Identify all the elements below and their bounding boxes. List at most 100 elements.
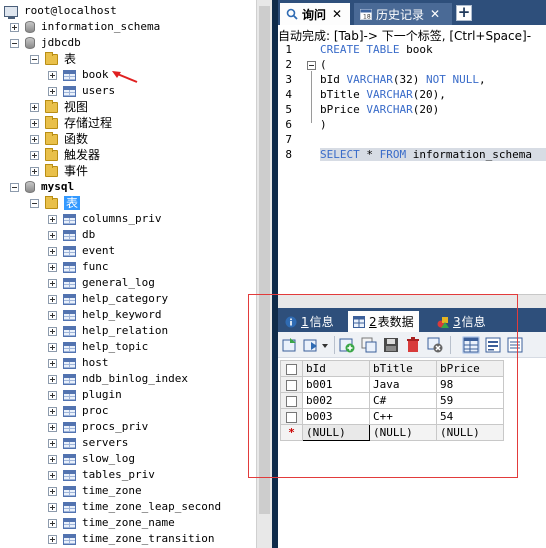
table-row[interactable]: b001 Java 98	[280, 376, 504, 393]
tab-info-1[interactable]: 1 信息	[280, 311, 339, 332]
expand-icon[interactable]	[48, 374, 57, 384]
table-cell[interactable]: 54	[436, 408, 504, 425]
tree-node-table[interactable]: db	[48, 227, 95, 243]
tree-node-table[interactable]: proc	[48, 403, 109, 419]
tab-info-3[interactable]: 3 信息	[432, 311, 491, 332]
close-icon[interactable]: ✕	[332, 7, 342, 21]
add-row-icon[interactable]	[338, 336, 356, 354]
export-icon[interactable]	[281, 336, 299, 354]
tree-node-table[interactable]: time_zone	[48, 483, 142, 499]
tree-node-table[interactable]: time_zone_transition	[48, 531, 214, 547]
expand-icon[interactable]	[48, 470, 57, 480]
tree-node-table[interactable]: event	[48, 243, 115, 259]
tree-node-table[interactable]: ndb_binlog_index	[48, 371, 188, 387]
tree-node-table[interactable]: help_keyword	[48, 307, 161, 323]
table-cell[interactable]: Java	[369, 376, 437, 393]
expand-icon[interactable]	[48, 358, 57, 368]
form-view-icon[interactable]	[484, 336, 502, 354]
expand-icon[interactable]	[48, 310, 57, 320]
tree-node-book[interactable]: book	[48, 67, 109, 83]
delete-icon[interactable]	[404, 336, 422, 354]
expand-icon[interactable]	[48, 438, 57, 448]
chevron-down-icon[interactable]	[320, 336, 330, 354]
save-icon[interactable]	[382, 336, 400, 354]
row-selector[interactable]	[280, 408, 303, 425]
duplicate-row-icon[interactable]	[360, 336, 378, 354]
column-header[interactable]: bTitle	[369, 360, 437, 377]
table-cell[interactable]: b003	[302, 408, 370, 425]
tree-node-events[interactable]: 事件	[30, 163, 88, 179]
expand-icon[interactable]	[48, 390, 57, 400]
new-row[interactable]: * (NULL) (NULL) (NULL)	[280, 424, 504, 441]
expand-icon[interactable]	[30, 134, 39, 144]
table-cell[interactable]: (NULL)	[436, 424, 504, 441]
cancel-changes-icon[interactable]	[426, 336, 444, 354]
tree-node-table[interactable]: help_relation	[48, 323, 168, 339]
column-header[interactable]: bPrice	[436, 360, 504, 377]
add-tab-button[interactable]: +	[456, 5, 472, 21]
expand-icon[interactable]	[30, 102, 39, 112]
tree-node-table[interactable]: procs_priv	[48, 419, 148, 435]
tab-table-data[interactable]: 2 表数据	[348, 311, 419, 332]
collapse-icon[interactable]	[30, 54, 39, 64]
table-cell[interactable]: (NULL)	[302, 424, 370, 441]
tree-node-users[interactable]: users	[48, 83, 115, 99]
row-selector[interactable]	[280, 392, 303, 409]
expand-icon[interactable]	[30, 166, 39, 176]
expand-icon[interactable]	[48, 214, 57, 224]
tree-node-jdbcdb-tables[interactable]: 表	[30, 51, 76, 67]
tab-query[interactable]: 询问 ✕	[280, 3, 350, 25]
sql-editor[interactable]: 1 2 3 4 5 6 7 8 CREATE TABLE book ( bId …	[278, 43, 546, 293]
collapse-icon[interactable]	[30, 198, 39, 208]
text-view-icon[interactable]	[506, 336, 524, 354]
checkbox[interactable]	[286, 379, 297, 391]
select-all-cell[interactable]	[280, 360, 303, 377]
checkbox[interactable]	[286, 363, 297, 375]
tree-node-triggers[interactable]: 触发器	[30, 147, 100, 163]
expand-icon[interactable]	[48, 278, 57, 288]
row-selector[interactable]	[280, 376, 303, 393]
grid-view-icon[interactable]	[462, 336, 480, 354]
expand-icon[interactable]	[48, 86, 57, 96]
tree-node-mysql-tables[interactable]: 表	[30, 195, 81, 211]
tree-node-table[interactable]: help_category	[48, 291, 168, 307]
expand-icon[interactable]	[48, 230, 57, 240]
expand-icon[interactable]	[48, 342, 57, 352]
tree-node-table[interactable]: slow_log	[48, 451, 135, 467]
expand-icon[interactable]	[30, 118, 39, 128]
tree-node-table[interactable]: time_zone_leap_second	[48, 499, 221, 515]
tree-node-procedures[interactable]: 存储过程	[30, 115, 112, 131]
tree-node-table[interactable]: func	[48, 259, 109, 275]
tree-node-table[interactable]: help_topic	[48, 339, 148, 355]
tree-node-functions[interactable]: 函数	[30, 131, 88, 147]
tree-node-mysql[interactable]: mysql	[10, 179, 74, 195]
expand-icon[interactable]	[48, 454, 57, 464]
table-cell[interactable]: b001	[302, 376, 370, 393]
tab-history[interactable]: 18 历史记录 ✕	[354, 3, 452, 25]
table-cell[interactable]: 59	[436, 392, 504, 409]
table-row[interactable]: b003 C++ 54	[280, 408, 504, 425]
checkbox[interactable]	[286, 411, 297, 423]
expand-icon[interactable]	[10, 22, 19, 32]
tree-scrollbar[interactable]	[256, 0, 272, 548]
tree-node-table[interactable]: tables_priv	[48, 467, 155, 483]
expand-icon[interactable]	[48, 486, 57, 496]
column-header[interactable]: bId	[302, 360, 370, 377]
tree-node-information-schema[interactable]: information_schema	[10, 19, 160, 35]
import-icon[interactable]	[302, 336, 320, 354]
checkbox[interactable]	[286, 395, 297, 407]
table-cell[interactable]: C++	[369, 408, 437, 425]
collapse-icon[interactable]	[10, 38, 19, 48]
expand-icon[interactable]	[48, 502, 57, 512]
expand-icon[interactable]	[48, 246, 57, 256]
scrollbar-thumb[interactable]	[259, 6, 270, 514]
tree-node-table[interactable]: servers	[48, 435, 128, 451]
table-cell[interactable]: (NULL)	[369, 424, 437, 441]
expand-icon[interactable]	[48, 262, 57, 272]
tree-node-jdbcdb[interactable]: jdbcdb	[10, 35, 81, 51]
tree-node-table[interactable]: plugin	[48, 387, 122, 403]
expand-icon[interactable]	[48, 70, 57, 80]
expand-icon[interactable]	[48, 294, 57, 304]
collapse-icon[interactable]	[10, 182, 19, 192]
tree-node-host[interactable]: root@localhost	[4, 3, 117, 19]
